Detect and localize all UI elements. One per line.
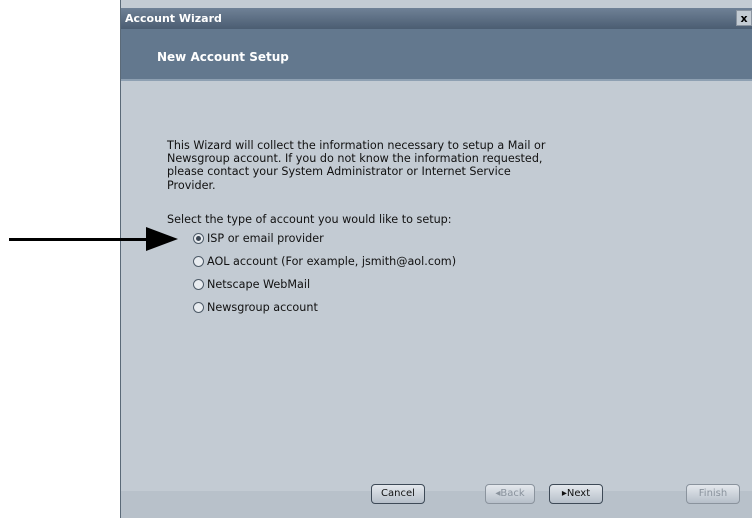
radio-selected-icon[interactable] — [193, 233, 204, 244]
cancel-button[interactable]: Cancel — [371, 484, 425, 504]
radio-label: ISP or email provider — [207, 232, 324, 245]
radio-label: Netscape WebMail — [207, 278, 311, 291]
intro-line: This Wizard will collect the information… — [167, 139, 546, 152]
wizard-content: This Wizard will collect the information… — [121, 81, 752, 491]
window-titlebar: Account Wizard x — [121, 8, 752, 29]
radio-icon[interactable] — [193, 302, 204, 313]
close-icon[interactable]: x — [736, 10, 752, 26]
radio-label: AOL account (For example, jsmith@aol.com… — [207, 255, 457, 268]
radio-option-newsgroup[interactable]: Newsgroup account — [193, 300, 318, 316]
select-prompt: Select the type of account you would lik… — [167, 213, 452, 226]
wizard-header: New Account Setup — [121, 29, 752, 81]
back-button[interactable]: ◂Back — [485, 484, 535, 504]
arrow-shaft — [9, 238, 149, 241]
footer-strip — [121, 491, 752, 518]
intro-line: Newsgroup account. If you do not know th… — [167, 152, 543, 166]
intro-text: This Wizard will collect the information… — [167, 139, 727, 192]
radio-option-aol[interactable]: AOL account (For example, jsmith@aol.com… — [193, 254, 456, 270]
account-wizard-window: Account Wizard x New Account Setup This … — [120, 0, 752, 518]
next-button[interactable]: ▸Next — [549, 484, 603, 504]
radio-icon[interactable] — [193, 256, 204, 267]
radio-option-netscape-webmail[interactable]: Netscape WebMail — [193, 277, 310, 293]
window-title: Account Wizard — [125, 12, 222, 25]
radio-option-isp[interactable]: ISP or email provider — [193, 231, 324, 247]
intro-line: please contact your System Administrator… — [167, 165, 511, 179]
radio-icon[interactable] — [193, 279, 204, 290]
intro-line: Provider. — [167, 178, 216, 192]
page-title: New Account Setup — [157, 50, 289, 64]
finish-button[interactable]: Finish — [686, 484, 740, 504]
radio-label: Newsgroup account — [207, 301, 318, 314]
arrow-head — [146, 227, 178, 251]
